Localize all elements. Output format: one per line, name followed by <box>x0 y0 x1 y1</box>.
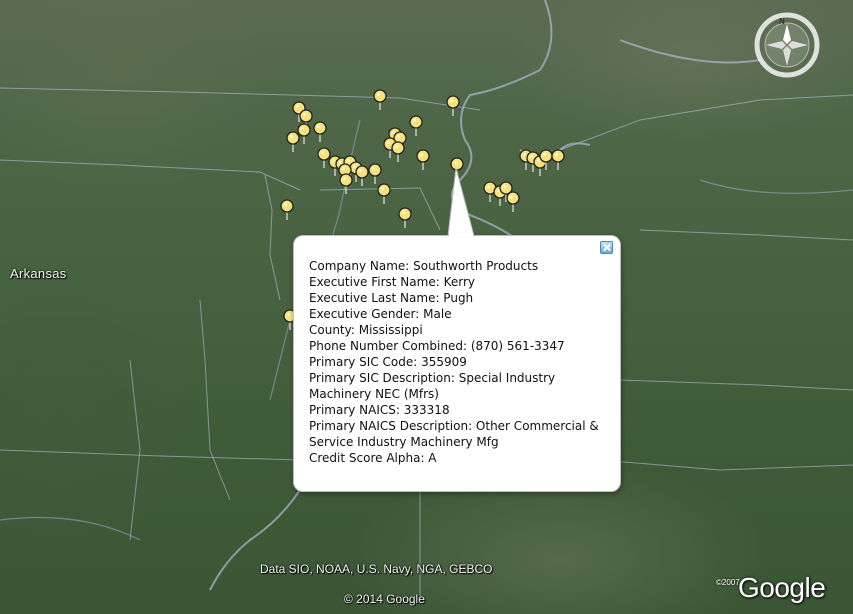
balloon-line: County: Mississippi <box>309 323 423 337</box>
placemark-pin-icon[interactable] <box>397 207 413 229</box>
copyright-attribution: © 2014 Google <box>344 592 425 606</box>
placemark-pin-icon[interactable] <box>285 131 301 153</box>
balloon-line: Executive Gender: Male <box>309 307 452 321</box>
placemark-pin-icon[interactable] <box>376 183 392 205</box>
placemark-pin-icon[interactable] <box>445 95 461 117</box>
compass-control[interactable] <box>752 10 822 80</box>
balloon-line: Primary SIC Description: Special Industr… <box>309 371 556 401</box>
data-attribution: Data SIO, NOAA, U.S. Navy, NGA, GEBCO <box>260 562 493 576</box>
balloon-line: Credit Score Alpha: A <box>309 451 437 465</box>
placemark-pin-icon[interactable] <box>367 163 383 185</box>
placemark-pin-icon[interactable] <box>449 157 465 179</box>
placemark-pin-icon[interactable] <box>550 149 566 171</box>
balloon-line: Executive Last Name: Pugh <box>309 291 474 305</box>
balloon-line: Primary SIC Code: 355909 <box>309 355 467 369</box>
balloon-line: Primary NAICS: 333318 <box>309 403 450 417</box>
placemark-pin-icon[interactable] <box>390 141 406 163</box>
map-view[interactable]: Arkansas N Data SIO, NOAA, U.S. Navy, NG… <box>0 0 853 614</box>
balloon-close-button[interactable] <box>600 241 613 254</box>
placemark-pin-icon[interactable] <box>279 199 295 221</box>
state-label: Arkansas <box>10 266 67 281</box>
balloon-line: Executive First Name: Kerry <box>309 275 475 289</box>
compass-icon <box>754 12 820 78</box>
balloon-line: Primary NAICS Description: Other Commerc… <box>309 419 599 449</box>
placemark-pin-icon[interactable] <box>408 115 424 137</box>
compass-north-label: N <box>779 17 785 26</box>
balloon-line: Company Name: Southworth Products <box>309 259 539 273</box>
placemark-pin-icon[interactable] <box>372 89 388 111</box>
placemark-pin-icon[interactable] <box>312 121 328 143</box>
google-logo: Google <box>738 572 826 603</box>
balloon-content: Company Name: Southworth Products Execut… <box>309 258 609 466</box>
balloon-line: Phone Number Combined: (870) 561-3347 <box>309 339 565 353</box>
logo-year: ©2007 <box>716 578 740 587</box>
placemark-pin-icon[interactable] <box>415 149 431 171</box>
placemark-pin-icon[interactable] <box>338 173 354 195</box>
placemark-pin-icon[interactable] <box>505 191 521 213</box>
